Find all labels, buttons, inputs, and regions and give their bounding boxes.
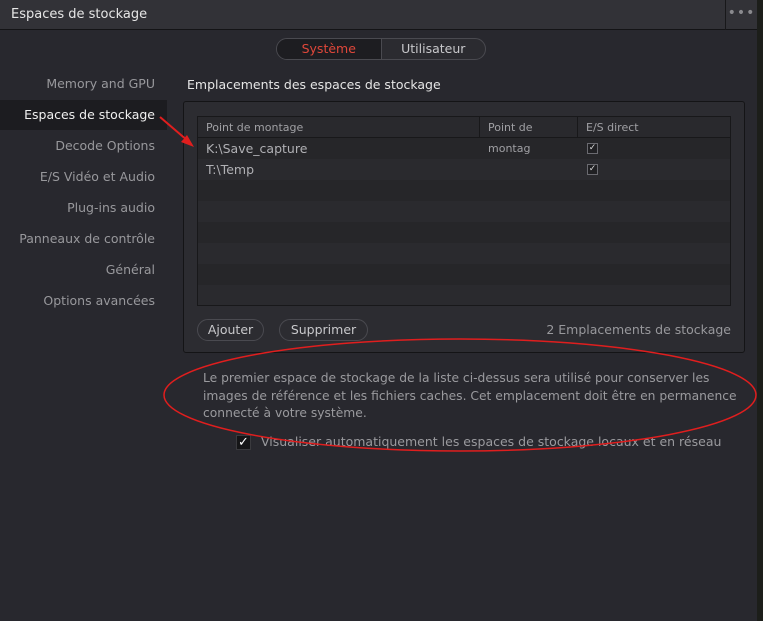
storage-count: 2 Emplacements de stockage: [546, 322, 731, 337]
more-options-icon[interactable]: •••: [725, 0, 757, 30]
sidebar-item-audio-plugins[interactable]: Plug-ins audio: [0, 193, 167, 223]
info-text: Le premier espace de stockage de la list…: [203, 371, 737, 420]
remove-button[interactable]: Supprimer: [279, 319, 368, 341]
window-title: Espaces de stockage: [11, 7, 148, 22]
section-heading: Emplacements des espaces de stockage: [187, 77, 441, 92]
sidebar-item-decode-options[interactable]: Decode Options: [0, 131, 167, 161]
storage-table: Point de montage Point de montag E/S dir…: [197, 116, 731, 306]
direct-io-checkbox[interactable]: ✓: [587, 164, 598, 175]
sidebar-item-advanced[interactable]: Options avancées: [0, 286, 167, 316]
column-header-mount[interactable]: Point de montage: [198, 117, 480, 138]
sidebar-item-control-panels[interactable]: Panneaux de contrôle: [0, 224, 167, 254]
table-row[interactable]: K:\Save_capture ✓: [198, 138, 730, 159]
empty-row: [198, 180, 730, 201]
sidebar-item-memory-gpu[interactable]: Memory and GPU: [0, 69, 167, 99]
empty-row: [198, 285, 730, 305]
auto-scan-checkbox[interactable]: ✓: [236, 435, 251, 450]
empty-row: [198, 201, 730, 222]
empty-row: [198, 243, 730, 264]
background-edge: [757, 0, 763, 621]
tab-user[interactable]: Utilisateur: [382, 39, 486, 59]
scope-toggle: Système Utilisateur: [276, 38, 486, 60]
sidebar-item-video-audio-io[interactable]: E/S Vidéo et Audio: [0, 162, 167, 192]
mount-path: K:\Save_capture: [206, 141, 308, 156]
column-header-mount-2[interactable]: Point de montag: [480, 117, 578, 155]
mount-path: T:\Temp: [206, 162, 254, 177]
empty-row: [198, 222, 730, 243]
table-row[interactable]: T:\Temp ✓: [198, 159, 730, 180]
add-button[interactable]: Ajouter: [197, 319, 264, 341]
tab-system[interactable]: Système: [277, 39, 382, 59]
column-header-direct-io[interactable]: E/S direct: [578, 117, 730, 138]
empty-row: [198, 264, 730, 285]
sidebar-item-general[interactable]: Général: [0, 255, 167, 285]
sidebar-item-storage[interactable]: Espaces de stockage: [0, 100, 167, 130]
auto-scan-label[interactable]: Visualiser automatiquement les espaces d…: [261, 434, 721, 449]
direct-io-checkbox[interactable]: ✓: [587, 143, 598, 154]
